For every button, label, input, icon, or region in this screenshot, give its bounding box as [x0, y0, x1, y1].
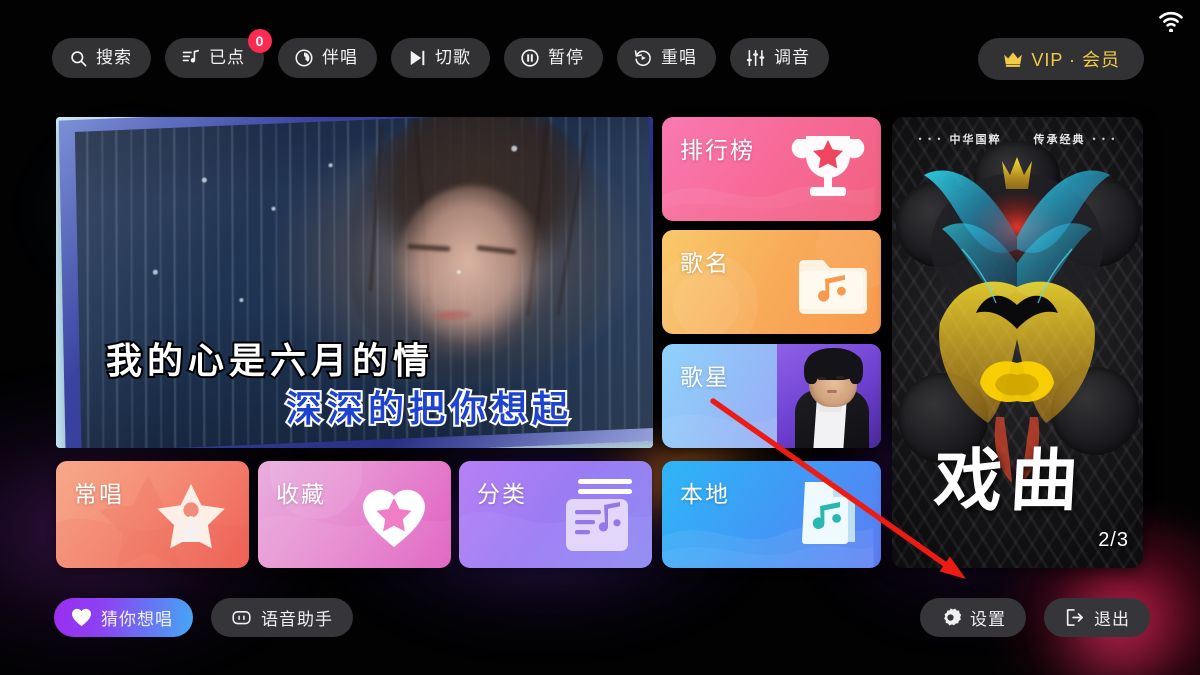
karaoke-home-screen: 搜索 已点 0 伴唱 切歌 暂停 重唱 调音 VIP · 会员 我的心是六月的情…	[0, 0, 1200, 675]
toolbar-chip-group: 搜索 已点 0 伴唱 切歌 暂停 重唱 调音	[52, 29, 829, 78]
next-song-button[interactable]: 切歌	[391, 38, 490, 78]
tile-singers-label: 歌星	[680, 364, 730, 390]
wifi-icon	[1156, 8, 1186, 33]
poster-dot-right: • • •	[1092, 134, 1117, 144]
guess-you-want-to-sing-label: 猜你想唱	[101, 610, 173, 629]
top-toolbar: 搜索 已点 0 伴唱 切歌 暂停 重唱 调音 VIP · 会员	[0, 0, 1200, 92]
pause-icon	[520, 48, 540, 68]
tile-rankings-label: 排行榜	[680, 137, 755, 163]
tuning-label: 调音	[774, 48, 810, 67]
pause-label: 暂停	[548, 48, 584, 67]
settings-label: 设置	[970, 610, 1006, 629]
poster-title: 戏曲	[932, 443, 1089, 519]
lyric-line-next: 深深的把你想起	[284, 386, 574, 431]
settings-button[interactable]: 设置	[920, 598, 1026, 637]
tile-song-name[interactable]: 歌名	[662, 230, 881, 334]
vip-label: VIP · 会员	[1031, 50, 1120, 70]
vip-member-button[interactable]: VIP · 会员	[978, 38, 1144, 80]
tile-local[interactable]: 本地	[662, 461, 881, 568]
pause-button[interactable]: 暂停	[504, 38, 603, 78]
trophy-star-icon	[791, 130, 865, 207]
exit-button[interactable]: 退出	[1044, 598, 1150, 637]
accompaniment-label: 伴唱	[322, 48, 358, 67]
restart-song-label: 重唱	[661, 48, 697, 67]
next-track-icon	[407, 48, 427, 68]
equalizer-icon	[746, 48, 766, 68]
gear-icon	[940, 607, 961, 628]
tile-rankings[interactable]: 排行榜	[662, 117, 881, 221]
bottom-right-actions: 设置 退出	[920, 598, 1150, 637]
replay-icon	[633, 48, 653, 68]
playlist-note-icon	[181, 48, 201, 68]
poster-tagline-right: 传承经典	[1033, 134, 1086, 146]
karaoke-video-player[interactable]: 我的心是六月的情 深深的把你想起	[56, 117, 653, 448]
selected-songs-badge: 0	[248, 29, 272, 53]
exit-label: 退出	[1094, 610, 1130, 629]
tile-categories-label: 分类	[477, 481, 527, 507]
tile-song-name-label: 歌名	[680, 250, 730, 276]
crown-icon	[1002, 49, 1024, 69]
tile-favorites-label: 收藏	[276, 481, 326, 507]
voice-assistant-button[interactable]: 语音助手	[211, 598, 353, 637]
heart-star-icon	[361, 485, 427, 556]
tile-local-label: 本地	[680, 481, 730, 507]
restart-song-button[interactable]: 重唱	[617, 38, 716, 78]
tile-categories[interactable]: 分类	[459, 461, 652, 568]
poster-dot-left: • • •	[918, 134, 943, 144]
poster-tagline-left: 中华国粹	[949, 134, 1002, 146]
lyric-line-current: 我的心是六月的情	[104, 338, 435, 383]
tile-singers[interactable]: 歌星	[662, 344, 881, 448]
singer-photo	[777, 344, 881, 448]
star-microphone-icon	[153, 480, 229, 559]
selected-songs-label: 已点	[209, 48, 245, 67]
music-file-icon	[793, 478, 865, 557]
poster-opera-banner[interactable]: • • • 中华国粹 传承经典 • • • 戏曲 2/3	[892, 117, 1143, 568]
heart-icon	[71, 607, 92, 628]
selected-songs-button[interactable]: 已点 0	[165, 29, 272, 78]
category-list-icon	[558, 477, 636, 558]
search-label: 搜索	[96, 48, 132, 67]
poster-page-indicator: 2/3	[1098, 529, 1129, 551]
tile-frequently-sung[interactable]: 常唱	[56, 461, 249, 568]
search-button[interactable]: 搜索	[52, 38, 151, 78]
search-icon	[68, 48, 88, 68]
tile-favorites[interactable]: 收藏	[258, 461, 451, 568]
tile-frequently-sung-label: 常唱	[74, 481, 124, 507]
tuning-button[interactable]: 调音	[730, 38, 829, 78]
poster-tagline: • • • 中华国粹 传承经典 • • •	[892, 131, 1143, 147]
bottom-left-actions: 猜你想唱 语音助手	[54, 598, 353, 637]
accompaniment-button[interactable]: 伴唱	[278, 38, 377, 78]
voice-assistant-label: 语音助手	[261, 610, 333, 629]
voice-assistant-icon	[231, 607, 252, 628]
guess-you-want-to-sing-button[interactable]: 猜你想唱	[54, 598, 193, 637]
next-song-label: 切歌	[435, 48, 471, 67]
exit-icon	[1064, 607, 1085, 628]
music-folder-icon	[795, 253, 867, 322]
disc-accompaniment-icon	[294, 48, 314, 68]
